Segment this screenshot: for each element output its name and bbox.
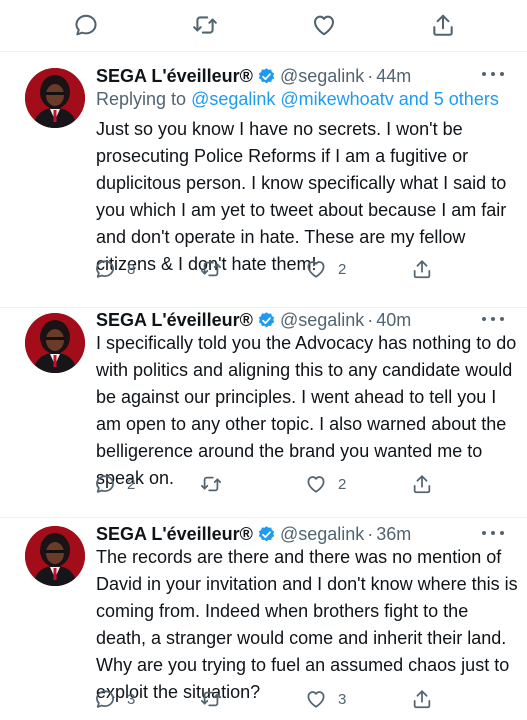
share-button[interactable] [411,687,433,711]
like-button[interactable]: 2 [305,472,346,496]
verified-badge-icon [257,311,276,330]
retweet-button[interactable] [200,472,233,496]
tweet-actions: 2 2 [94,472,454,496]
share-icon [413,475,431,494]
tweet-text: The records are there and there was no m… [96,544,518,706]
handle[interactable]: @segalink [280,310,364,331]
share-icon [413,690,431,709]
replying-to-others[interactable]: 5 others [434,89,499,109]
retweet-icon [200,691,222,707]
share-icon [413,260,431,279]
verified-badge-icon [257,67,276,86]
separator-dot: · [367,65,374,86]
replying-to: Replying to @segalink @mikewhoatv and 5 … [96,89,499,110]
display-name[interactable]: SEGA L'éveilleur® [96,66,253,87]
tweet-header: SEGA L'éveilleur® @segalink · 44m [96,64,411,88]
share-button[interactable] [411,257,433,281]
share-button[interactable] [411,472,433,496]
like-count: 2 [338,475,347,493]
display-name[interactable]: SEGA L'éveilleur® [96,524,253,545]
retweet-icon [200,476,222,492]
like-count: 3 [338,690,347,708]
handle[interactable]: @segalink [280,524,364,545]
reply-button[interactable]: 8 [94,257,135,281]
tweet-text: Just so you know I have no secrets. I wo… [96,116,506,278]
verified-badge-icon [257,525,276,544]
tweet-header: SEGA L'éveilleur® @segalink · 36m [96,522,411,546]
like-icon[interactable] [311,12,337,38]
like-icon [307,691,325,708]
reply-icon[interactable] [73,12,99,38]
avatar[interactable] [25,313,85,373]
reply-icon [96,475,114,493]
reply-count: 3 [127,690,136,708]
tweet-text-line: death, a stranger would come and inherit… [96,628,507,648]
tweet-text-line: David in your invitation and I don't kno… [96,574,518,594]
tweet-text-line: prosecuting Police Reforms if I am a fug… [96,146,469,166]
tweet-text-line: with politics and aligning this to any c… [96,360,513,380]
retweet-icon[interactable] [192,12,218,38]
tweet-text-line: belligerence around the brand you wanted… [96,441,483,461]
reply-count: 8 [127,260,136,278]
more-options-icon[interactable] [482,531,504,537]
like-icon [307,476,325,493]
reply-icon [96,690,114,708]
tweet-text-line: coming from. Indeed when brothers fight … [96,601,469,621]
retweet-icon [200,261,222,277]
more-options-icon[interactable] [482,72,504,78]
like-icon [307,261,325,278]
tweet[interactable]: SEGA L'éveilleur® @segalink · 40m I spec… [0,308,527,518]
replying-to-and[interactable]: and [399,89,429,109]
reply-icon [96,260,114,278]
reply-count: 2 [127,475,136,493]
tweet-actions: 3 3 [94,687,454,711]
retweet-button[interactable] [200,687,233,711]
tweet-text-line: Just so you know I have no secrets. I wo… [96,119,463,139]
tweet-header: SEGA L'éveilleur® @segalink · 40m [96,308,411,332]
like-button[interactable]: 3 [305,687,346,711]
handle[interactable]: @segalink [280,66,364,87]
timestamp[interactable]: 36m [376,524,411,545]
replying-to-label: Replying to [96,89,187,109]
retweet-button[interactable] [200,257,233,281]
tweet-text-line: you which I am yet to tweet about becaus… [96,200,507,220]
tweet-text-line: and don't operate in hate. These are my … [96,227,466,247]
separator-dot: · [367,309,374,330]
avatar[interactable] [25,68,85,128]
tweet-text: I specifically told you the Advocacy has… [96,330,517,492]
tweet-text-line: be against our principles. I went ahead … [96,387,497,407]
tweet-text-line: am open to any other topic. I also warne… [96,414,507,434]
replying-to-mentions[interactable]: @segalink @mikewhoatv [191,89,394,109]
tweet-text-line: Why are you trying to fuel an assumed ch… [96,655,510,675]
timestamp[interactable]: 44m [376,66,411,87]
top-action-bar [0,0,527,52]
more-options-icon[interactable] [482,317,504,323]
reply-button[interactable]: 2 [94,472,135,496]
separator-dot: · [367,523,374,544]
like-count: 2 [338,260,347,278]
tweet-text-line: The records are there and there was no m… [96,547,502,567]
reply-button[interactable]: 3 [94,687,135,711]
tweet[interactable]: SEGA L'éveilleur® @segalink · 44m Replyi… [0,52,527,308]
share-icon[interactable] [430,12,456,38]
timestamp[interactable]: 40m [376,310,411,331]
like-button[interactable]: 2 [305,257,346,281]
tweet[interactable]: SEGA L'éveilleur® @segalink · 36m The re… [0,518,527,720]
tweet-actions: 8 2 [94,257,454,281]
tweet-text-line: I specifically told you the Advocacy has… [96,333,517,353]
tweet-text-line: duplicitous person. I know specifically … [96,173,507,193]
avatar[interactable] [25,526,85,586]
display-name[interactable]: SEGA L'éveilleur® [96,310,253,331]
